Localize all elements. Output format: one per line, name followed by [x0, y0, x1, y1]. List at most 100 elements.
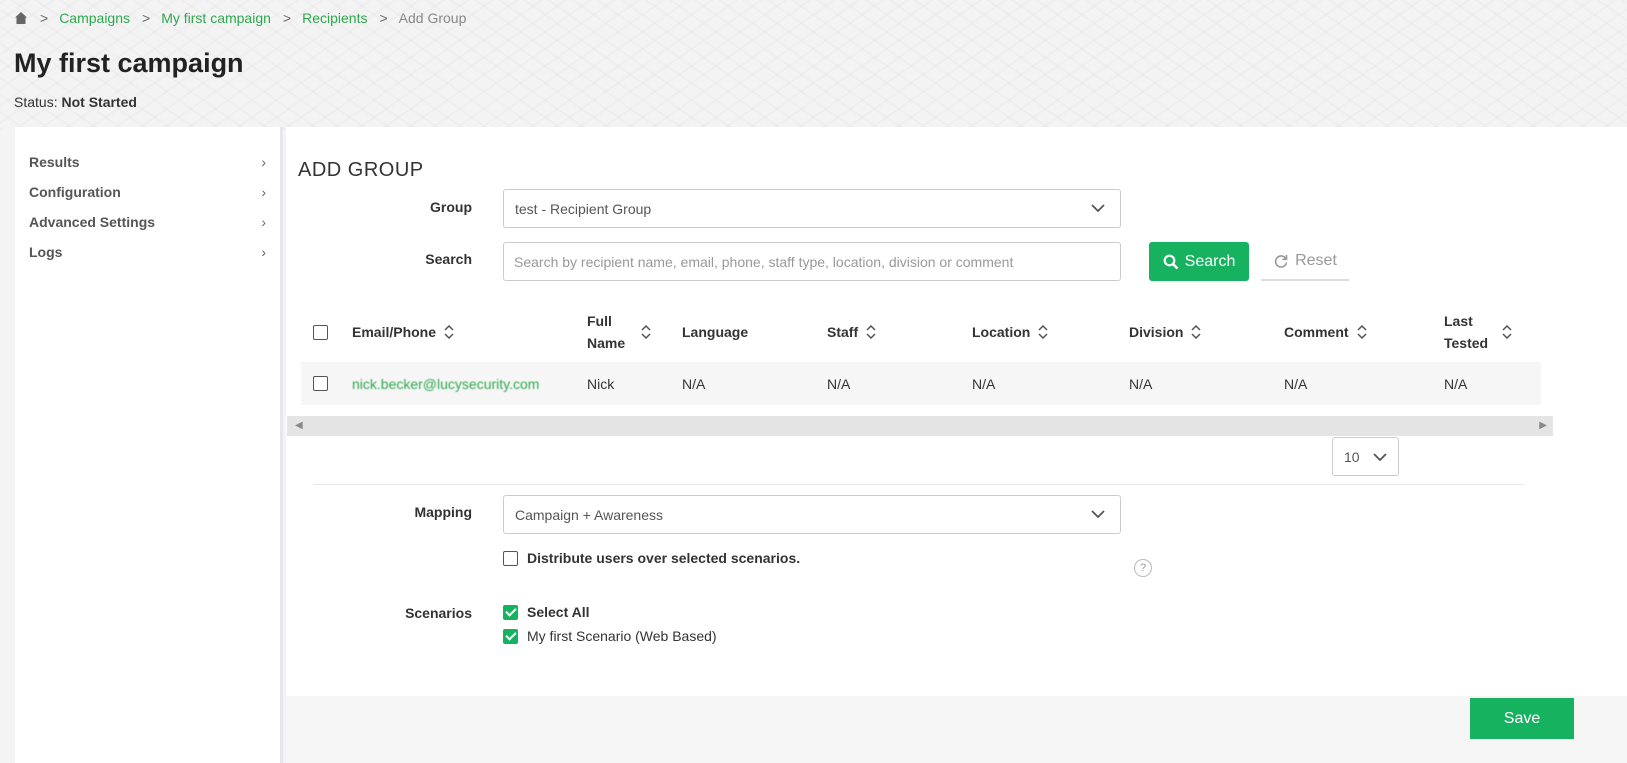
sidebar: Results › Configuration › Advanced Setti…: [15, 127, 283, 763]
group-select-value: test - Recipient Group: [515, 200, 652, 217]
row-select-cell: [301, 376, 352, 391]
sort-icon: [641, 325, 651, 339]
search-label: Search: [425, 251, 472, 267]
sort-icon: [866, 325, 876, 339]
breadcrumb-separator: >: [40, 10, 49, 26]
refresh-icon: [1274, 254, 1288, 268]
cell-language: N/A: [682, 375, 706, 392]
scroll-right-icon[interactable]: ▶: [1539, 420, 1547, 431]
table-row[interactable]: nick.becker@lucysecurity.com Nick N/A N/…: [301, 362, 1541, 405]
breadcrumb: > Campaigns > My first campaign > Recipi…: [14, 10, 466, 26]
horizontal-scrollbar[interactable]: ◀ ▶: [287, 416, 1553, 436]
column-header-label: Division: [1129, 324, 1184, 340]
divider: [314, 484, 1524, 485]
sidebar-item-label: Logs: [29, 244, 63, 260]
scenarios-label: Scenarios: [405, 605, 472, 621]
status-value: Not Started: [61, 94, 137, 110]
cell-last-tested: N/A: [1444, 375, 1468, 392]
cell-staff: N/A: [827, 375, 851, 392]
column-header-full-name[interactable]: Full Name: [587, 310, 682, 354]
cell-full-name: Nick: [587, 375, 615, 392]
main-panel: ADD GROUP Group test - Recipient Group S…: [286, 127, 1627, 763]
sort-icon: [1357, 325, 1367, 339]
sidebar-item-advanced-settings[interactable]: Advanced Settings ›: [15, 207, 280, 237]
breadcrumb-campaigns[interactable]: Campaigns: [59, 10, 130, 26]
home-icon[interactable]: [14, 11, 28, 25]
row-checkbox[interactable]: [313, 376, 328, 391]
search-input[interactable]: [503, 242, 1121, 281]
cell-division: N/A: [1129, 375, 1153, 392]
sidebar-item-label: Results: [29, 154, 80, 170]
distribute-users-checkbox[interactable]: [503, 550, 518, 566]
sort-icon: [1191, 325, 1201, 339]
recipients-table: Email/Phone Full Name Language Staff Loc…: [301, 302, 1541, 405]
column-header-comment[interactable]: Comment: [1284, 324, 1444, 340]
distribute-users-label: Distribute users over selected scenarios…: [527, 550, 801, 566]
search-button-label: Search: [1184, 252, 1236, 270]
status-label: Status:: [14, 94, 58, 110]
breadcrumb-current: Add Group: [398, 10, 467, 26]
scroll-left-icon[interactable]: ◀: [295, 420, 303, 431]
campaign-status: Status: Not Started: [14, 94, 137, 110]
chevron-down-icon: [1091, 204, 1105, 213]
scenario-label: My first Scenario (Web Based): [527, 628, 717, 644]
cell-comment: N/A: [1284, 375, 1308, 392]
mapping-label: Mapping: [414, 504, 472, 520]
scenario-option[interactable]: My first Scenario (Web Based): [503, 628, 717, 644]
column-header-last-tested[interactable]: Last Tested: [1444, 310, 1534, 354]
table-header: Email/Phone Full Name Language Staff Loc…: [301, 302, 1541, 362]
column-header-label: Language: [682, 324, 749, 340]
select-all-rows-cell: [301, 324, 352, 340]
mapping-select[interactable]: Campaign + Awareness: [503, 495, 1121, 534]
search-button[interactable]: Search: [1149, 242, 1249, 281]
cell-email: nick.becker@lucysecurity.com: [352, 375, 540, 392]
page-size-value: 10: [1344, 448, 1360, 465]
mapping-select-value: Campaign + Awareness: [515, 506, 663, 523]
sort-icon: [444, 325, 454, 339]
select-all-scenarios-checkbox[interactable]: [503, 604, 518, 620]
section-title: ADD GROUP: [298, 159, 424, 181]
column-header-division[interactable]: Division: [1129, 324, 1284, 340]
sidebar-item-label: Advanced Settings: [29, 214, 156, 230]
reset-button-label: Reset: [1295, 251, 1337, 269]
breadcrumb-campaign[interactable]: My first campaign: [161, 10, 271, 26]
chevron-right-icon: ›: [261, 154, 266, 170]
column-header-label: Staff: [827, 324, 859, 340]
breadcrumb-separator: >: [282, 10, 292, 26]
sidebar-item-logs[interactable]: Logs ›: [15, 237, 280, 267]
reset-button[interactable]: Reset: [1261, 242, 1349, 281]
page-size-select[interactable]: 10: [1332, 437, 1399, 476]
save-button[interactable]: Save: [1470, 698, 1574, 739]
column-header-email[interactable]: Email/Phone: [352, 324, 587, 340]
search-icon: [1163, 254, 1179, 269]
help-icon[interactable]: ?: [1134, 559, 1152, 577]
column-header-label: Email/Phone: [352, 324, 437, 340]
column-header-location[interactable]: Location: [972, 324, 1129, 340]
chevron-down-icon: [1091, 510, 1105, 519]
column-header-label: Full Name: [587, 313, 626, 351]
sidebar-item-results[interactable]: Results ›: [15, 147, 280, 177]
distribute-users-option[interactable]: Distribute users over selected scenarios…: [503, 550, 800, 566]
select-all-rows-checkbox[interactable]: [313, 324, 328, 340]
cell-location: N/A: [972, 375, 996, 392]
select-all-scenarios-label: Select All: [527, 604, 590, 620]
column-header-staff[interactable]: Staff: [827, 324, 972, 340]
sidebar-item-label: Configuration: [29, 184, 121, 200]
column-header-label: Last Tested: [1444, 313, 1489, 351]
group-label: Group: [430, 199, 472, 215]
breadcrumb-separator: >: [379, 10, 388, 26]
form-footer: [286, 696, 1627, 763]
group-select[interactable]: test - Recipient Group: [503, 189, 1121, 228]
breadcrumb-recipients[interactable]: Recipients: [302, 10, 367, 26]
chevron-right-icon: ›: [261, 184, 266, 200]
sidebar-item-configuration[interactable]: Configuration ›: [15, 177, 280, 207]
select-all-scenarios-option[interactable]: Select All: [503, 604, 590, 620]
column-header-label: Comment: [1284, 324, 1349, 340]
chevron-right-icon: ›: [261, 214, 266, 230]
sort-icon: [1038, 325, 1048, 339]
chevron-down-icon: [1373, 453, 1387, 462]
page-title: My first campaign: [14, 48, 244, 78]
scenario-checkbox[interactable]: [503, 628, 518, 644]
breadcrumb-separator: >: [142, 10, 151, 26]
column-header-language: Language: [682, 324, 827, 340]
